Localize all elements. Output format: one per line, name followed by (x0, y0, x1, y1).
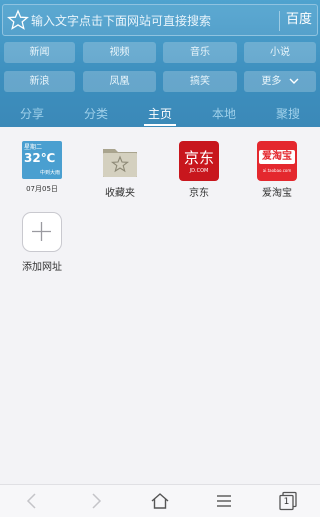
weather-tile: 星期二 32℃ 中到大雨 (22, 141, 62, 179)
tab-share[interactable]: 分享 (0, 102, 64, 127)
forward-icon[interactable] (84, 489, 108, 513)
add-icon (22, 212, 62, 252)
aitaobao-logo-text: 爱淘宝 (262, 151, 292, 162)
aitaobao-logo-sub: ai.taobao.com (262, 168, 292, 173)
jd-logo-sub: JD.COM (189, 168, 209, 174)
search-bar[interactable]: 百度 (2, 4, 318, 36)
quick-link-ifeng[interactable]: 凤凰 (83, 71, 156, 92)
weather-weekday: 星期二 (24, 144, 43, 151)
weather-temperature: 32℃ (24, 151, 56, 165)
search-input[interactable] (31, 11, 276, 31)
tab-local[interactable]: 本地 (192, 102, 256, 127)
home-icon[interactable] (148, 489, 172, 513)
shortcut-favorites[interactable]: 收藏夹 (90, 141, 150, 199)
active-tab-indicator (144, 124, 176, 126)
quick-link-news[interactable]: 新闻 (4, 42, 75, 63)
weather-widget[interactable]: 星期二 32℃ 中到大雨 07月05日 (12, 141, 72, 194)
quick-link-music[interactable]: 音乐 (163, 42, 237, 63)
back-icon[interactable] (20, 489, 44, 513)
tab-count: 1 (283, 497, 290, 507)
shortcut-label: 爱淘宝 (262, 188, 292, 199)
add-shortcut-button[interactable]: 添加网址 (12, 212, 72, 273)
shortcut-jd[interactable]: 京东 JD.COM 京东 (169, 141, 229, 199)
shortcut-aitaobao[interactable]: 爱淘宝 ai.taobao.com 爱淘宝 (247, 141, 307, 199)
weather-condition: 中到大雨 (39, 170, 60, 176)
favorites-folder-icon (100, 141, 140, 181)
quick-link-more[interactable]: 更多 (244, 71, 316, 92)
tabs-switcher-button[interactable]: 1 (276, 489, 300, 513)
tab-jusou[interactable]: 聚搜 (256, 102, 320, 127)
quick-link-video[interactable]: 视频 (83, 42, 156, 63)
browser-header: 百度 新闻 视频 音乐 小说 新浪 凤凰 搞笑 更多 分享 分类 主页 本地 聚… (0, 0, 320, 127)
chevron-down-icon (289, 78, 299, 84)
search-engine-button[interactable]: 百度 (281, 5, 317, 35)
quick-link-novel[interactable]: 小说 (244, 42, 316, 63)
aitaobao-logo-icon: 爱淘宝 ai.taobao.com (257, 141, 297, 181)
jd-logo-text: 京东 (183, 149, 214, 167)
quick-link-sina[interactable]: 新浪 (4, 71, 75, 92)
more-label: 更多 (261, 76, 282, 87)
tab-category[interactable]: 分类 (64, 102, 128, 127)
search-divider (279, 11, 280, 31)
quick-link-funny[interactable]: 搞笑 (163, 71, 237, 92)
jd-logo-icon: 京东 JD.COM (179, 141, 219, 181)
bottom-toolbar: 1 (0, 484, 320, 517)
shortcut-label: 收藏夹 (105, 188, 135, 199)
add-shortcut-label: 添加网址 (22, 262, 62, 273)
shortcut-label: 京东 (189, 188, 209, 199)
bookmark-star-icon[interactable] (7, 9, 29, 31)
weather-date: 07月05日 (26, 185, 58, 193)
menu-icon[interactable] (212, 489, 236, 513)
